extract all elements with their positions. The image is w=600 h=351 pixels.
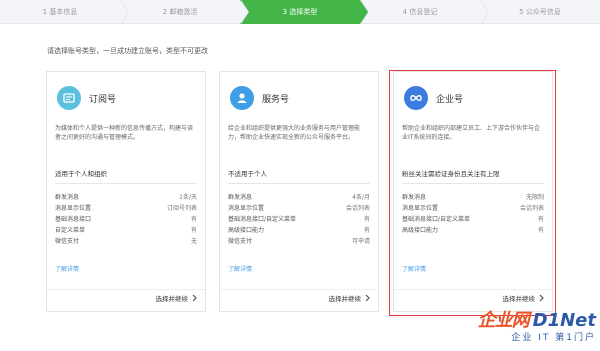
step-label: 1 基本信息 [42,8,78,16]
chevron-right-icon [365,294,370,302]
step-basic-info: 1 基本信息 [0,0,129,24]
card-title: 服务号 [262,94,290,105]
step-label: 3 选择类型 [282,8,318,16]
feature-label: 微信支付 [228,238,253,245]
watermark-logo: 企业网 D1Net 企业 IT 第1门户 [436,306,596,348]
feature-value: 无 [190,238,197,245]
feature-row: 微信支付 无 [55,236,197,247]
feature-list: 群发消息 4条/月 消息显示位置 会话列表 基础消息接口/自定义菜单有 高级接口能力… [220,184,378,247]
feature-row: 基础消息接口 有 [55,214,197,225]
select-label: 选择并继续 [155,295,189,303]
feature-value: 有 [190,227,197,234]
card-subscription-account[interactable]: 订阅号 为媒体和个人提供一种新的信息传播方式，构建与读者之间更好的沟通与管理模式… [46,71,206,312]
service-icon [230,86,254,110]
card-header: 订阅号 [47,72,205,124]
feature-label: 微信支付 [55,238,80,245]
feature-row: 自定义菜单 有 [55,225,197,236]
step-label: 2 邮箱激活 [162,8,198,16]
step-select-type: 3 选择类型 [240,0,369,24]
feature-row: 消息显示位置 会话列表 [228,203,370,214]
card-description: 给企业和组织提供更强大的业务服务与用户管理能力，帮助企业快速实现全新的公众号服务… [228,125,361,141]
feature-label: 高级接口能力 [228,227,265,234]
card-service-account[interactable]: 服务号 给企业和组织提供更强大的业务服务与用户管理能力，帮助企业快速实现全新的公… [219,71,379,312]
select-label: 选择并继续 [328,295,362,303]
feature-value: 可申请 [351,238,370,245]
feature-row: 微信支付 可申请 [228,236,370,247]
learn-more-link[interactable]: 了解详情 [55,264,79,273]
highlight-frame [389,70,556,316]
chevron-right-icon [192,294,197,302]
feature-row: 高级接口能力 有 [228,225,370,236]
card-title: 订阅号 [89,94,117,105]
step-label: 4 信息登记 [402,8,438,16]
feature-value: 会话列表 [345,205,370,212]
feature-label: 群发消息 [228,194,253,201]
feature-value: 有 [363,216,370,223]
step-email-activation: 2 邮箱激活 [120,0,249,24]
feature-value: 1条/天 [179,194,197,201]
feature-row: 消息显示位置 订阅号列表 [55,203,197,214]
card-header: 服务号 [220,72,378,124]
card-audience: 不适用于个人 [228,160,370,184]
feature-label: 自定义菜单 [55,227,86,234]
feature-row: 群发消息 1条/天 [55,192,197,203]
watermark-subtitle: 企业 IT 第1门户 [511,333,596,343]
card-audience: 适用于个人和组织 [55,160,197,184]
feature-value: 订阅号列表 [166,205,197,212]
feature-label: 群发消息 [55,194,80,201]
learn-more-link[interactable]: 了解详情 [228,264,252,273]
select-continue-button[interactable]: 选择并继续 [329,293,371,303]
step-account-info: 5 公众号信息 [480,0,600,24]
feature-label: 消息显示位置 [228,205,265,212]
instruction-text: 请选择账号类型，一旦成功建立账号，类型不可更改 [47,47,208,55]
select-continue-button[interactable]: 选择并继续 [156,293,198,303]
progress-stepper: 1 基本信息 2 邮箱激活 3 选择类型 4 信息登记 5 公众号信息 [0,0,600,24]
subscription-icon [57,86,81,110]
card-description: 为媒体和个人提供一种新的信息传播方式，构建与读者之间更好的沟通与管理模式。 [55,125,194,141]
feature-row: 群发消息 4条/月 [228,192,370,203]
feature-label: 基础消息接口 [55,216,92,223]
watermark-en: D1Net [532,310,596,331]
feature-row: 基础消息接口/自定义菜单 有 [228,214,370,225]
feature-value: 有 [363,227,370,234]
step-info-register: 4 信息登记 [360,0,489,24]
feature-list: 群发消息 1条/天 消息显示位置 订阅号列表 基础消息接口有 自定义菜单有 微信支付… [47,184,205,247]
watermark-cn: 企业网 [477,310,530,331]
step-label: 5 公众号信息 [519,8,561,16]
feature-value: 有 [190,216,197,223]
feature-value: 4条/月 [352,194,370,201]
feature-label: 消息显示位置 [55,205,92,212]
feature-label: 基础消息接口/自定义菜单 [228,216,297,223]
